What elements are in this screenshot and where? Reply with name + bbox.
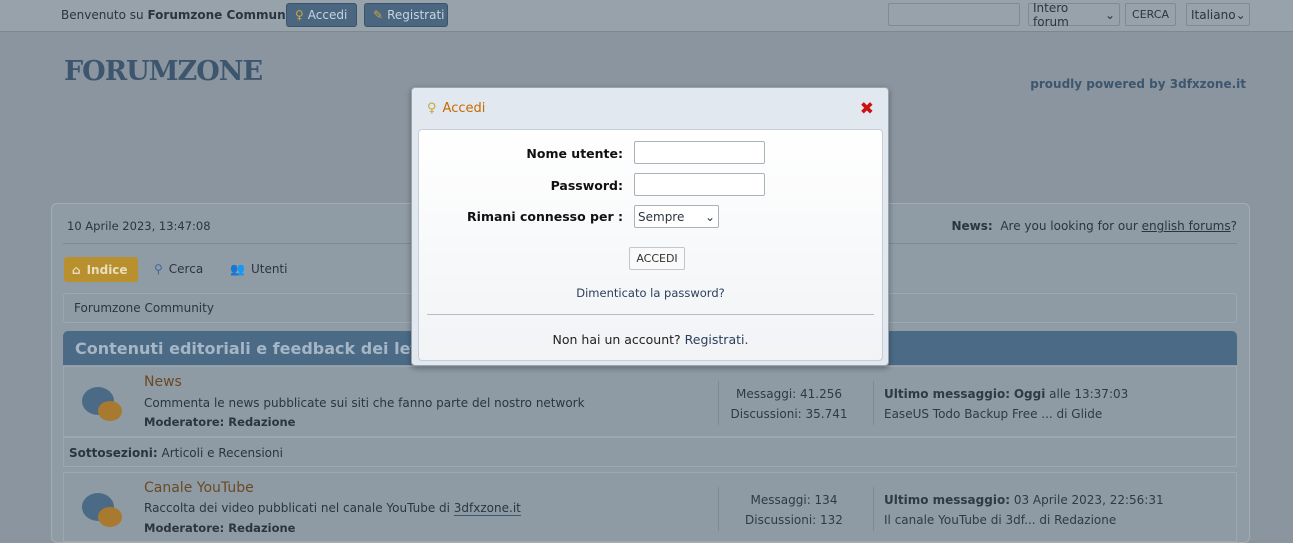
forum-moderator: Moderatore: Redazione: [144, 521, 296, 535]
divider: [873, 381, 874, 425]
current-datetime: 10 Aprile 2023, 13:47:08: [67, 219, 211, 233]
last-post: Ultimo messaggio: Oggi alle 13:37:03 Ease…: [884, 384, 1128, 424]
remember-select[interactable]: Sempre ⌄: [634, 205, 719, 228]
register-link[interactable]: Registrati.: [685, 332, 749, 347]
divider: [873, 487, 874, 531]
moderator-link[interactable]: Redazione: [228, 415, 295, 429]
password-label: Password:: [550, 178, 623, 193]
news-ticker: News: Are you looking for our english fo…: [951, 219, 1237, 233]
forgot-password-link[interactable]: Dimenticato la password?: [419, 286, 882, 300]
login-dialog: ♀ Accedi ✖ Nome utente: Password: Rimani …: [411, 87, 889, 366]
last-post-link[interactable]: Il canale YouTube di 3df... di Redazione: [884, 510, 1164, 530]
forum-bubble-icon: [82, 387, 122, 421]
logo[interactable]: FORUMZONE: [64, 56, 263, 87]
login-form: Nome utente: Password: Rimani connesso p…: [418, 129, 883, 361]
forum-title[interactable]: Canale YouTube: [144, 480, 254, 496]
forum-row: News Commenta le news pubblicate sui sit…: [63, 366, 1237, 437]
submit-login-button[interactable]: ACCEDI: [629, 247, 685, 270]
english-forums-link[interactable]: english forums: [1142, 219, 1231, 233]
remember-label: Rimani connesso per :: [467, 209, 623, 224]
forum-bubble-icon: [82, 493, 122, 527]
key-icon: ♀: [427, 101, 437, 116]
tagline[interactable]: proudly powered by 3dfxzone.it: [1030, 77, 1246, 91]
chevron-down-icon: ⌄: [1104, 7, 1115, 22]
forum-stats: Messaggi: 41.256 Discussioni: 35.741: [730, 387, 848, 421]
password-input[interactable]: [634, 173, 765, 196]
subsections-row: Sottosezioni: Articoli e Recensioni: [63, 437, 1237, 467]
divider: [718, 487, 719, 531]
language-select[interactable]: Italiano ⌄: [1186, 3, 1250, 26]
nav-search[interactable]: ⚲ Cerca: [154, 262, 203, 276]
divider: [427, 314, 874, 315]
nav-users[interactable]: 👥 Utenti: [230, 262, 287, 276]
username-input[interactable]: [634, 141, 765, 164]
close-icon[interactable]: ✖: [860, 99, 874, 119]
forum-description: Raccolta dei video pubblicati nel canale…: [144, 501, 521, 516]
forum-title[interactable]: News: [144, 374, 182, 390]
home-icon: ⌂: [72, 262, 81, 277]
users-icon: 👥: [230, 262, 245, 276]
search-button[interactable]: CERCA: [1125, 3, 1176, 26]
last-post-link[interactable]: EaseUS Todo Backup Free ... di Glide: [884, 404, 1128, 424]
forum-description: Commenta le news pubblicate sui siti che…: [144, 396, 585, 410]
welcome-text: Benvenuto su Forumzone Community.: [61, 8, 307, 22]
search-icon: ⚲: [154, 262, 163, 276]
register-button[interactable]: ✎ Registrati: [364, 3, 448, 27]
subsection-link[interactable]: Articoli e Recensioni: [162, 446, 283, 460]
divider: [718, 381, 719, 425]
chevron-down-icon: ⌄: [704, 209, 715, 224]
dialog-title: ♀ Accedi: [427, 101, 486, 116]
search-scope-select[interactable]: Intero forum ⌄: [1028, 1, 1120, 29]
pencil-icon: ✎: [373, 8, 384, 22]
forum-moderator: Moderatore: Redazione: [144, 415, 296, 429]
key-icon: ♀: [295, 8, 304, 22]
last-post: Ultimo messaggio: 03 Aprile 2023, 22:56:…: [884, 490, 1164, 530]
no-account-text: Non hai un account? Registrati.: [552, 332, 749, 347]
breadcrumb-item[interactable]: Forumzone Community: [74, 301, 214, 315]
search-input[interactable]: [888, 3, 1020, 26]
3dfxzone-link[interactable]: 3dfxzone.it: [453, 501, 521, 516]
forum-stats: Messaggi: 134 Discussioni: 132: [745, 493, 843, 527]
top-bar: Benvenuto su Forumzone Community. ♀Acced…: [0, 0, 1293, 32]
nav-index[interactable]: ⌂ Indice: [64, 257, 138, 282]
chevron-down-icon: ⌄: [1235, 7, 1246, 22]
username-label: Nome utente:: [526, 146, 623, 161]
login-button[interactable]: ♀ Accedi: [286, 3, 357, 27]
moderator-link[interactable]: Redazione: [228, 521, 295, 535]
